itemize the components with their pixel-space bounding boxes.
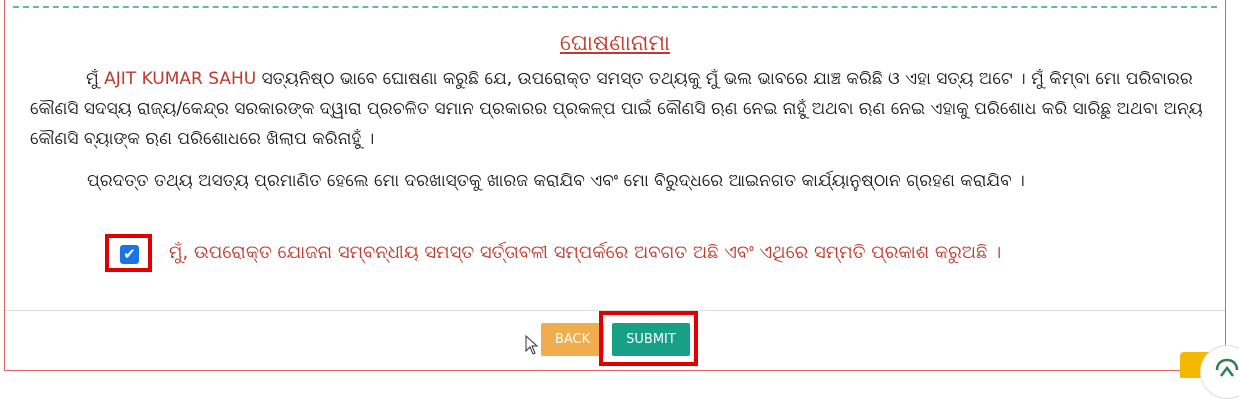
submit-highlight: SUBMIT: [599, 311, 698, 366]
consequence-paragraph: ପ୍ରଦତ୍ତ ତଥ୍ୟ ଅସତ୍ୟ ପ୍ରମାଣିତ ହେଲେ ମୋ ଦରଖା…: [87, 171, 1025, 191]
para-prefix: ମୁଁ: [86, 69, 105, 89]
dashed-divider: [13, 6, 1217, 8]
agree-checkbox[interactable]: ✔: [120, 245, 139, 264]
checkbox-highlight: ✔: [105, 234, 152, 272]
declaration-panel: ଘୋଷଣାନାମା ମୁଁ AJIT KUMAR SAHU ସତ୍ୟନିଷ୍ଠ …: [4, 0, 1226, 371]
applicant-name: AJIT KUMAR SAHU: [104, 69, 257, 89]
check-icon: ✔: [123, 245, 136, 263]
declaration-paragraph: ମୁଁ AJIT KUMAR SAHU ସତ୍ୟନିଷ୍ଠ ଭାବେ ଘୋଷଣା…: [30, 64, 1211, 154]
extension-icon[interactable]: [1200, 345, 1239, 399]
agree-label: ମୁଁ, ଉପରୋକ୍ତ ଯୋଜନା ସମ୍ବନ୍ଧୀୟ ସମସ୍ତ ସର୍ତ୍…: [169, 242, 1002, 263]
declaration-title: ଘୋଷଣାନାମା: [559, 31, 671, 56]
back-button[interactable]: BACK: [541, 323, 604, 356]
submit-button[interactable]: SUBMIT: [612, 323, 690, 356]
